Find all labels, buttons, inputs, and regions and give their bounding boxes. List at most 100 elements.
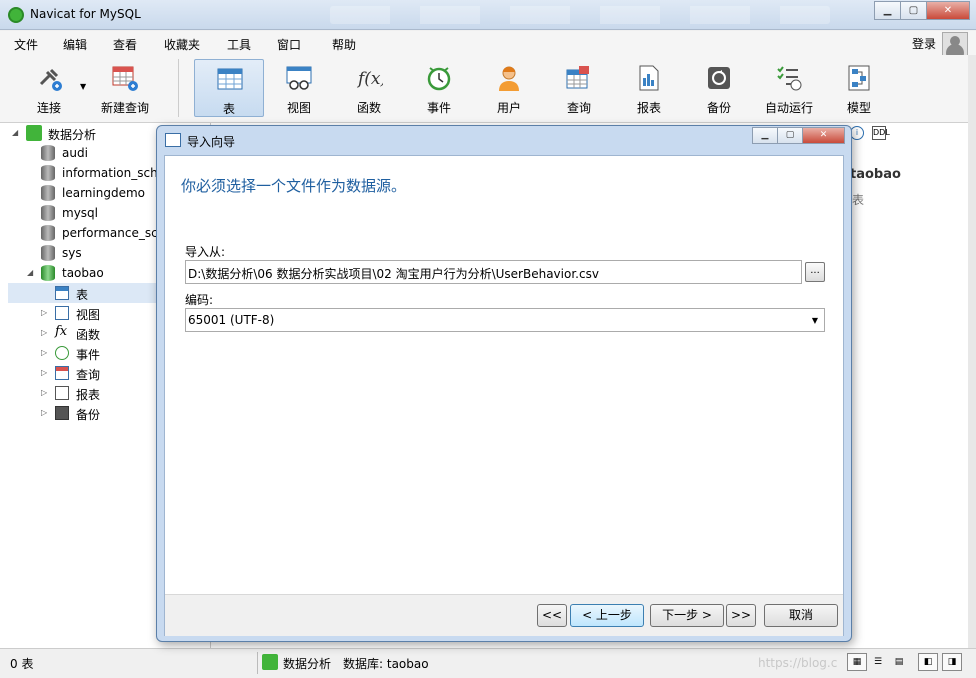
detail-view-icon[interactable]: ▤ xyxy=(889,653,909,671)
expand-icon[interactable]: ▷ xyxy=(41,328,47,337)
report-icon xyxy=(639,65,659,91)
menu-favorites[interactable]: 收藏夹 xyxy=(164,36,200,53)
selected-db-name: taobao xyxy=(850,167,901,182)
view-icon xyxy=(55,306,69,320)
dialog-body: 你必须选择一个文件作为数据源。 导入从: D:\数据分析\06 数据分析实战项目… xyxy=(164,155,844,636)
menu-tools[interactable]: 工具 xyxy=(227,36,251,53)
tree-obj-label: 函数 xyxy=(76,328,101,342)
expand-icon[interactable]: ▷ xyxy=(41,368,47,377)
menu-file[interactable]: 文件 xyxy=(14,36,38,53)
tree-obj-label: 表 xyxy=(76,288,89,302)
query-button[interactable]: 查询 xyxy=(544,59,614,117)
status-database: 数据库: taobao xyxy=(343,657,429,671)
db-label: sys xyxy=(62,246,82,260)
import-table-icon xyxy=(165,133,181,147)
selected-object-type: 表 xyxy=(852,193,865,207)
connection-icon xyxy=(262,654,278,670)
query-icon xyxy=(55,366,69,380)
menu-bar: 文件 编辑 查看 收藏夹 工具 窗口 帮助 xyxy=(0,31,976,55)
background-tabs xyxy=(330,6,830,24)
status-connection: 数据分析 xyxy=(283,657,332,671)
dialog-title-bar: 导入向导 ▁ ▢ ✕ xyxy=(157,126,851,153)
plug-icon xyxy=(39,68,62,91)
close-button[interactable]: ✕ xyxy=(926,1,970,20)
dialog-minimize-button[interactable]: ▁ xyxy=(752,127,778,144)
svg-text:f(x): f(x) xyxy=(356,69,383,89)
backup-button[interactable]: 备份 xyxy=(684,59,754,117)
menu-edit[interactable]: 编辑 xyxy=(63,36,87,53)
watermark-text: https://blog.c xyxy=(758,656,838,670)
new-query-button[interactable]: 新建查询 xyxy=(90,59,160,117)
menu-view[interactable]: 查看 xyxy=(113,36,137,53)
import-wizard-dialog: 导入向导 ▁ ▢ ✕ 你必须选择一个文件作为数据源。 导入从: D:\数据分析\… xyxy=(156,125,852,642)
user-button[interactable]: 用户 xyxy=(474,59,544,117)
db-label: mysql xyxy=(62,206,98,220)
encoding-select[interactable]: 65001 (UTF-8) ▼ xyxy=(185,308,825,332)
collapse-icon[interactable]: ◢ xyxy=(27,268,33,277)
report-button[interactable]: 报表 xyxy=(614,59,684,117)
last-step-button[interactable]: >> xyxy=(726,604,756,627)
tree-db-information-schema[interactable]: information_sche xyxy=(0,163,160,183)
browse-button[interactable]: ... xyxy=(805,262,825,282)
function-button[interactable]: f(x) 函数 xyxy=(334,59,404,117)
menu-help[interactable]: 帮助 xyxy=(332,36,356,53)
status-bar: 0 表 数据分析 数据库: taobao https://blog.c ▦ ☰ … xyxy=(0,648,976,678)
toggle-right-pane-icon[interactable]: ◨ xyxy=(942,653,962,671)
import-path-input[interactable]: D:\数据分析\06 数据分析实战项目\02 淘宝用户行为分析\UserBeha… xyxy=(185,260,802,284)
expand-icon[interactable]: ▷ xyxy=(41,348,47,357)
list-view-icon[interactable]: ☰ xyxy=(868,653,888,671)
next-step-button[interactable]: 下一步 > xyxy=(650,604,724,627)
toggle-left-pane-icon[interactable]: ◧ xyxy=(918,653,938,671)
function-icon: fx xyxy=(55,324,68,339)
user-icon xyxy=(499,66,519,91)
maximize-button[interactable]: ▢ xyxy=(900,1,927,20)
database-icon xyxy=(41,205,55,221)
db-label: audi xyxy=(62,146,88,160)
collapse-icon[interactable]: ◢ xyxy=(12,128,18,137)
import-from-label: 导入从: xyxy=(185,245,226,259)
view-button[interactable]: 视图 xyxy=(264,59,334,117)
ddl-icon[interactable]: DDL xyxy=(872,126,890,140)
toolbar-divider xyxy=(178,59,179,117)
table-button[interactable]: 表 xyxy=(194,59,264,117)
window-scrollbar[interactable] xyxy=(968,55,976,655)
dialog-close-button[interactable]: ✕ xyxy=(802,127,845,144)
expand-icon[interactable]: ▷ xyxy=(41,308,47,317)
model-button[interactable]: 模型 xyxy=(824,59,894,117)
backup-icon xyxy=(55,406,69,420)
previous-step-button[interactable]: < 上一步 xyxy=(570,604,644,627)
connect-dropdown-icon[interactable]: ▼ xyxy=(80,82,86,91)
db-label: learningdemo xyxy=(62,186,145,200)
connection-label: 数据分析 xyxy=(48,128,97,142)
first-step-button[interactable]: << xyxy=(537,604,567,627)
grid-view-icon[interactable]: ▦ xyxy=(847,653,867,671)
expand-icon[interactable]: ▷ xyxy=(41,388,47,397)
connection-icon xyxy=(26,125,42,141)
autorun-label: 自动运行 xyxy=(764,101,813,115)
query-label: 查询 xyxy=(566,101,591,115)
tree-obj-label: 备份 xyxy=(76,408,101,422)
db-label: information_sche xyxy=(62,166,160,180)
main-toolbar: 连接 ▼ 新建查询 表 视图 f(x) 函数 事件 用户 查询 报表 备份 自动… xyxy=(0,55,968,123)
user-label: 用户 xyxy=(496,101,521,115)
table-count: 0 表 xyxy=(10,657,34,671)
event-button[interactable]: 事件 xyxy=(404,59,474,117)
cancel-button[interactable]: 取消 xyxy=(764,604,838,627)
minimize-button[interactable]: ▁ xyxy=(874,1,901,20)
event-label: 事件 xyxy=(426,101,451,115)
encoding-value: 65001 (UTF-8) xyxy=(188,313,275,327)
tree-db-performance-schema[interactable]: performance_scl xyxy=(0,223,160,243)
menu-window[interactable]: 窗口 xyxy=(277,36,301,53)
dialog-maximize-button[interactable]: ▢ xyxy=(777,127,803,144)
login-link[interactable]: 登录 xyxy=(912,35,936,52)
expand-icon[interactable]: ▷ xyxy=(41,408,47,417)
tree-obj-label: 报表 xyxy=(76,388,101,402)
autorun-icon xyxy=(777,66,802,91)
status-divider xyxy=(257,652,258,674)
autorun-button[interactable]: 自动运行 xyxy=(754,59,824,117)
dialog-heading: 你必须选择一个文件作为数据源。 xyxy=(181,177,407,195)
database-icon xyxy=(41,245,55,261)
navicat-logo-icon xyxy=(8,7,24,23)
connect-button[interactable]: 连接 xyxy=(14,59,84,117)
info-icon[interactable]: i xyxy=(850,126,864,140)
